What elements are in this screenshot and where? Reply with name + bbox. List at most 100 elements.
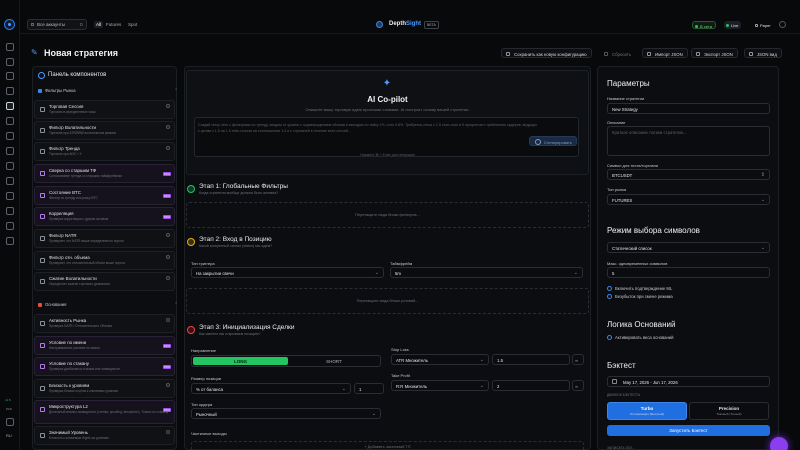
settings-icon[interactable] (6, 237, 14, 245)
info-icon[interactable] (166, 383, 170, 387)
component-card[interactable]: Близость к уровням Проверка близости цены… (34, 379, 175, 398)
component-card[interactable]: Сжатие Волатильности Определяет сжатие то… (34, 272, 175, 291)
import-json-button[interactable]: Импорт JSON (642, 48, 688, 58)
info-icon[interactable] (166, 255, 170, 259)
symbol-select[interactable]: BTCUSDT ⇕ (607, 169, 770, 180)
size-input[interactable]: 1 (354, 383, 384, 394)
component-card[interactable]: Значимый Уровень Близость к ключевым High… (34, 426, 175, 445)
component-desc: Проверяет, что относительный объем выше … (49, 261, 125, 265)
component-desc: Торговля при ADX > X (49, 152, 82, 156)
section-bases[interactable]: Основания ⌃ (38, 302, 179, 308)
component-card[interactable]: Активность Рынка Проверка NATR / Относите… (34, 314, 175, 333)
trigger-select[interactable]: На закрытии свечи ⌄ (191, 267, 384, 278)
long-option[interactable]: LONG (193, 357, 288, 365)
app-logo[interactable] (4, 19, 15, 30)
direction-toggle[interactable]: LONG SHORT (191, 355, 381, 367)
bot-icon[interactable] (6, 132, 14, 140)
run-backtest-button[interactable]: Запустить Бэктест (607, 425, 770, 436)
section-market-filters[interactable]: Фильтры Рынка ⌃ (38, 88, 179, 94)
component-card[interactable]: Фильтр NATR Проверяет, что NATR выше опре… (34, 229, 175, 248)
book-icon[interactable] (6, 147, 14, 155)
shield-icon[interactable] (6, 222, 14, 230)
login-icon (187, 238, 195, 246)
size-type-select[interactable]: % от баланса ⌄ (191, 383, 351, 394)
tp-input[interactable]: 2 (492, 380, 570, 391)
max-symbols-input[interactable]: 5 (607, 267, 770, 278)
component-card[interactable]: Состояние BTC Фильтр по тренду или риску … (34, 186, 175, 205)
info-icon[interactable] (166, 430, 170, 434)
weights-checkbox[interactable] (607, 335, 612, 340)
component-card[interactable]: Фильтр отн. объема Проверяет, что относит… (34, 251, 175, 270)
sl-percent-icon[interactable]: ∞ (572, 354, 584, 365)
globe-icon[interactable] (6, 58, 14, 66)
tp-percent-icon[interactable]: ∞ (572, 380, 584, 391)
component-icon (40, 279, 45, 284)
live-toggle[interactable]: Live (724, 21, 742, 29)
chevron-updown-icon: ⇕ (760, 172, 765, 178)
chart-icon[interactable] (6, 72, 14, 80)
date-range-input[interactable]: May 17, 2026 - Jun 17, 2026 (607, 376, 770, 387)
sl-input[interactable]: 1.5 (492, 354, 570, 365)
flask-icon[interactable] (6, 177, 14, 185)
info-icon[interactable] (166, 276, 170, 280)
component-card[interactable]: Фильтр Тренда Торговля при ADX > X (34, 142, 175, 161)
component-desc: Настраиваемое условие по имени (49, 346, 100, 350)
save-as-new-button[interactable]: Сохранить как новую конфигурацию (501, 48, 592, 58)
component-card[interactable]: Сверка со старшим ТФ Согласование тренда … (34, 164, 175, 183)
home-icon[interactable] (6, 43, 14, 51)
component-card[interactable]: Торговая Сессия Торговля в определенные ч… (34, 100, 175, 119)
account-select[interactable]: Все аккаунты D (27, 19, 87, 30)
tp-type-select[interactable]: R:R Множитель ⌄ (391, 380, 489, 391)
component-desc: Проверка близости цены к ключевым уровня… (49, 389, 118, 393)
pro-badge: PRO (162, 172, 171, 176)
json-view-button[interactable]: JSON вид (744, 48, 782, 58)
description-input[interactable]: Краткое описание логики стратегии... (607, 126, 770, 156)
timeframe-select[interactable]: 5m ⌄ (390, 267, 583, 278)
short-option[interactable]: SHORT (290, 357, 378, 365)
precision-engine-button[interactable]: Precision Тиковый (Точный) (689, 402, 769, 420)
base-logic-title: Логика Оснований (607, 320, 676, 329)
order-type-select[interactable]: Рыночный ⌄ (191, 408, 381, 419)
description-label: Описание (607, 120, 626, 125)
turbo-engine-button[interactable]: Turbo Оптимизация (Быстрый) (607, 402, 687, 420)
info-icon[interactable] (166, 318, 170, 322)
generate-button[interactable]: Сгенерировать (529, 136, 577, 146)
export-json-button[interactable]: Экспорт JSON (691, 48, 738, 58)
info-icon[interactable] (166, 233, 170, 237)
tab-spot[interactable]: Spot (128, 22, 137, 27)
stage2-dropzone[interactable]: Перетащите сюда блоки условий... (186, 288, 589, 314)
gear-icon[interactable] (6, 418, 14, 426)
symbol-list-select[interactable]: Статический список ⌄ (607, 242, 770, 253)
layers-icon[interactable] (6, 117, 14, 125)
breakeven-checkbox[interactable] (607, 294, 612, 299)
component-card[interactable]: Микроструктура L2 Детальный анализ ликвид… (34, 400, 175, 424)
info-icon[interactable] (166, 125, 170, 129)
language-label[interactable]: RU (6, 433, 12, 438)
component-card[interactable]: Условие по имени Настраиваемое условие по… (34, 336, 175, 355)
reset-button[interactable]: Сбросить (599, 48, 636, 58)
info-icon[interactable] (166, 146, 170, 150)
sl-type-select[interactable]: ATR Множитель ⌄ (391, 354, 489, 365)
component-card[interactable]: Условие по стакану Проверка дисбаланса ст… (34, 357, 175, 376)
market-type-select[interactable]: FUTURES ⌄ (607, 194, 770, 205)
add-partial-tp-button[interactable]: + Добавить частичный ТП (191, 441, 584, 450)
ml-checkbox[interactable] (607, 286, 612, 291)
ai-assistant-button[interactable] (770, 437, 788, 450)
strategy-icon[interactable] (6, 102, 14, 110)
breakeven-label: Безубыток при смене режима (615, 294, 673, 299)
list-icon[interactable] (6, 192, 14, 200)
user-icon[interactable] (779, 21, 786, 28)
pen-icon[interactable] (6, 207, 14, 215)
component-title: Микроструктура L2 (49, 404, 88, 409)
info-icon[interactable] (166, 104, 170, 108)
paper-toggle[interactable]: Paper (753, 21, 774, 29)
component-card[interactable]: Фильтр Волатильности Торговля при ATR/BBW… (34, 121, 175, 140)
tab-all[interactable]: All (94, 21, 104, 28)
grid-icon[interactable] (6, 87, 14, 95)
stage1-dropzone[interactable]: Перетащите сюда блоки фильтров... (186, 202, 589, 228)
component-title: Условие по стакану (49, 361, 89, 366)
strategy-name-input[interactable]: New Strategy (607, 103, 770, 114)
component-card[interactable]: Корреляция Проверка корреляции с другим а… (34, 207, 175, 226)
tab-futures[interactable]: Futures (106, 22, 121, 27)
flow-icon[interactable] (6, 162, 14, 170)
